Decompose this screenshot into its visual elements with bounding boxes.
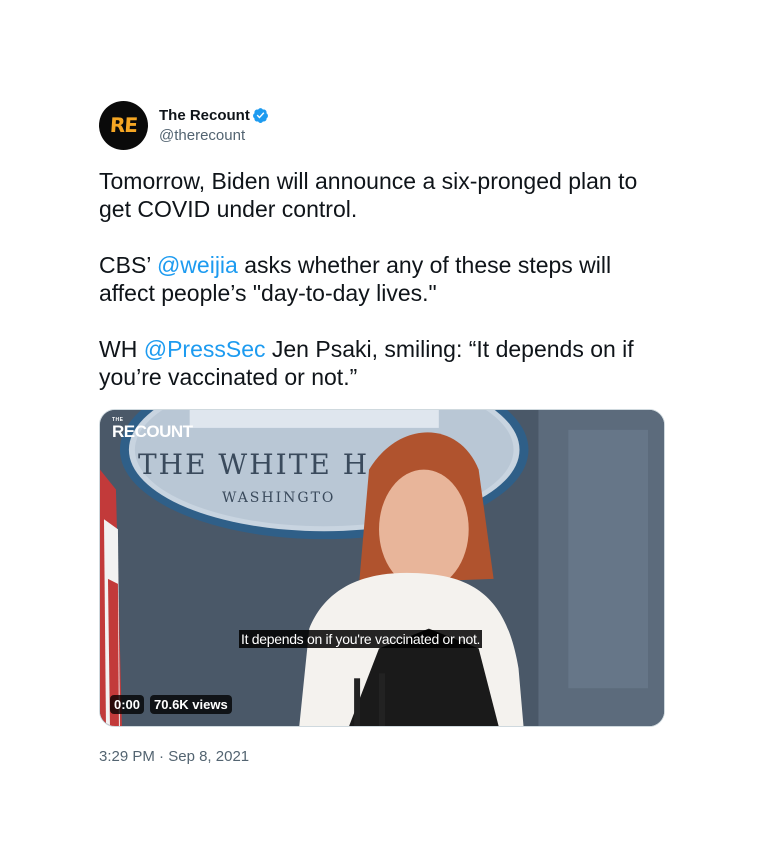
mention-link-weijia[interactable]: @weijia [157,252,238,278]
verified-badge-icon [252,107,268,123]
mention-link-presssec[interactable]: @PressSec [144,336,266,362]
seal-text-white-house: THE WHITE H [138,448,370,481]
tweet-text: Tomorrow, Biden will announce a six-pron… [99,167,665,391]
tweet-paragraph-2: CBS’ @weijia asks whether any of these s… [99,251,665,307]
author-info: The Recount @therecount [159,107,269,144]
paragraph-3-prefix: WH [99,336,144,362]
tweet-paragraph-1: Tomorrow, Biden will announce a six-pron… [99,168,638,222]
tweet-paragraph-3: WH @PressSec Jen Psaki, smiling: “It dep… [99,335,665,391]
name-row: The Recount [159,107,269,124]
video-duration: 0:00 [110,695,145,714]
tweet-timestamp: 3:29 PM · Sep 8, 2021 [99,748,665,765]
video-player[interactable]: THE WHITE H WASHINGTO THE RECOUNT It dep… [99,409,665,727]
avatar[interactable]: RE [99,100,148,150]
tweet-card: RE The Recount @therecount Tomorrow, Bid… [99,100,665,765]
author-handle[interactable]: @therecount [159,127,269,144]
seal-text-washington: WASHINGTO [222,490,336,506]
tweet-date[interactable]: Sep 8, 2021 [168,748,249,765]
author-display-name[interactable]: The Recount [159,107,250,124]
watermark-main-text: RECOUNT [112,422,193,441]
video-view-count: 70.6K views [150,695,232,714]
paragraph-2-prefix: CBS’ [99,252,157,278]
tweet-time[interactable]: 3:29 PM [99,748,155,765]
avatar-logo-text: RE [109,113,138,137]
video-caption: It depends on if you're vaccinated or no… [239,630,483,648]
timestamp-separator: · [154,748,169,765]
tweet-header: RE The Recount @therecount [99,100,665,150]
recount-watermark: THE RECOUNT [112,418,193,441]
